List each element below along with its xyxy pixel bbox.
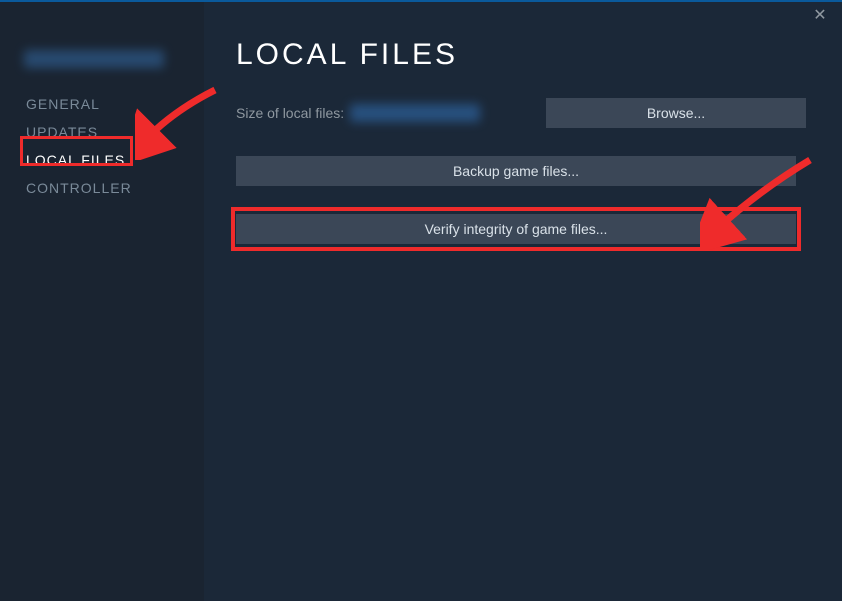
sidebar-item-controller[interactable]: CONTROLLER [0,174,204,202]
size-label: Size of local files: [236,105,344,121]
backup-button[interactable]: Backup game files... [236,156,796,186]
page-title: LOCAL FILES [236,38,806,72]
main-panel: LOCAL FILES Size of local files: Browse.… [204,2,842,601]
sidebar: GENERAL UPDATES LOCAL FILES CONTROLLER [0,2,204,601]
size-value-redacted [350,104,480,122]
sidebar-item-updates[interactable]: UPDATES [0,118,204,146]
size-row: Size of local files: Browse... [236,98,806,128]
sidebar-item-general[interactable]: GENERAL [0,90,204,118]
verify-wrap: Verify integrity of game files... [236,214,806,244]
browse-button[interactable]: Browse... [546,98,806,128]
game-title-redacted [24,50,164,68]
layout: GENERAL UPDATES LOCAL FILES CONTROLLER L… [0,2,842,601]
sidebar-item-local-files[interactable]: LOCAL FILES [0,146,204,174]
verify-button[interactable]: Verify integrity of game files... [236,214,796,244]
